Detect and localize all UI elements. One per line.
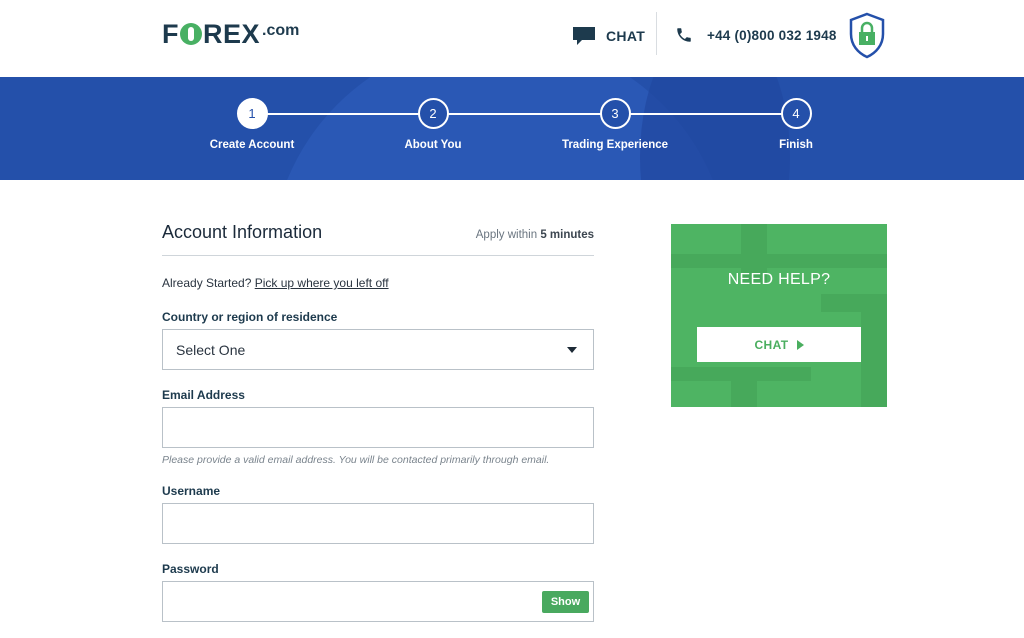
step-label: Finish xyxy=(779,139,813,151)
step-number: 1 xyxy=(236,98,268,129)
apply-prefix: Apply within xyxy=(475,229,541,241)
apply-time: 5 minutes xyxy=(540,229,594,241)
help-pattern xyxy=(731,374,757,407)
email-field[interactable] xyxy=(162,407,594,448)
help-pattern xyxy=(671,254,887,268)
form-header: Account Information Apply within 5 minut… xyxy=(162,222,594,256)
header-chat-button[interactable]: CHAT xyxy=(572,26,645,46)
header-divider xyxy=(656,12,657,55)
already-started-text: Already Started? xyxy=(162,276,255,290)
phone-contact[interactable]: +44 (0)800 032 1948 xyxy=(675,26,837,44)
account-form: Account Information Apply within 5 minut… xyxy=(162,222,594,622)
step-number: 2 xyxy=(417,98,449,129)
password-label: Password xyxy=(162,562,219,576)
email-label: Email Address xyxy=(162,388,245,402)
apply-time-note: Apply within 5 minutes xyxy=(476,229,594,241)
country-select-value: Select One xyxy=(176,341,246,358)
need-help-panel: NEED HELP? CHAT xyxy=(671,224,887,407)
form-title: Account Information xyxy=(162,222,323,242)
step-label: About You xyxy=(404,139,462,151)
step-about-you: 2 About You xyxy=(363,98,503,151)
show-password-button[interactable]: Show xyxy=(542,591,589,613)
progress-stepper: 1 Create Account 2 About You 3 Trading E… xyxy=(0,77,1024,180)
site-header: F REX .com CHAT +44 (0)800 032 1948 xyxy=(0,0,1024,77)
help-chat-label: CHAT xyxy=(754,337,789,352)
help-title: NEED HELP? xyxy=(727,271,831,288)
phone-icon xyxy=(677,28,691,42)
step-label: Trading Experience xyxy=(561,139,669,151)
logo-o-mark xyxy=(180,23,202,45)
country-select[interactable]: Select One xyxy=(162,329,594,370)
stepper-line xyxy=(252,113,797,115)
step-finish: 4 Finish xyxy=(726,98,866,151)
country-label: Country or region of residence xyxy=(162,310,338,324)
password-field[interactable]: Show xyxy=(162,581,594,622)
header-chat-label: CHAT xyxy=(606,28,646,44)
step-create-account: 1 Create Account xyxy=(182,98,322,151)
logo-domain: .com xyxy=(262,22,300,39)
chat-bubble-icon xyxy=(573,27,595,45)
resume-link[interactable]: Pick up where you left off xyxy=(255,276,389,290)
dropdown-caret-icon xyxy=(567,347,577,353)
email-hint: Please provide a valid email address. Yo… xyxy=(162,454,550,466)
help-chat-button[interactable]: CHAT xyxy=(697,327,861,362)
step-number: 4 xyxy=(780,98,812,129)
username-field[interactable] xyxy=(162,503,594,544)
step-number: 3 xyxy=(599,98,631,129)
help-pattern xyxy=(861,294,887,407)
username-label: Username xyxy=(162,484,221,498)
forex-logo[interactable]: F REX .com xyxy=(162,18,300,49)
step-label: Create Account xyxy=(209,139,295,151)
play-arrow-icon xyxy=(796,339,804,350)
already-started-note: Already Started? Pick up where you left … xyxy=(162,276,594,290)
step-trading-experience: 3 Trading Experience xyxy=(545,98,685,151)
logo-wordmark: F REX xyxy=(162,18,261,49)
phone-number: +44 (0)800 032 1948 xyxy=(707,27,837,43)
shield-lock-icon xyxy=(849,12,885,59)
